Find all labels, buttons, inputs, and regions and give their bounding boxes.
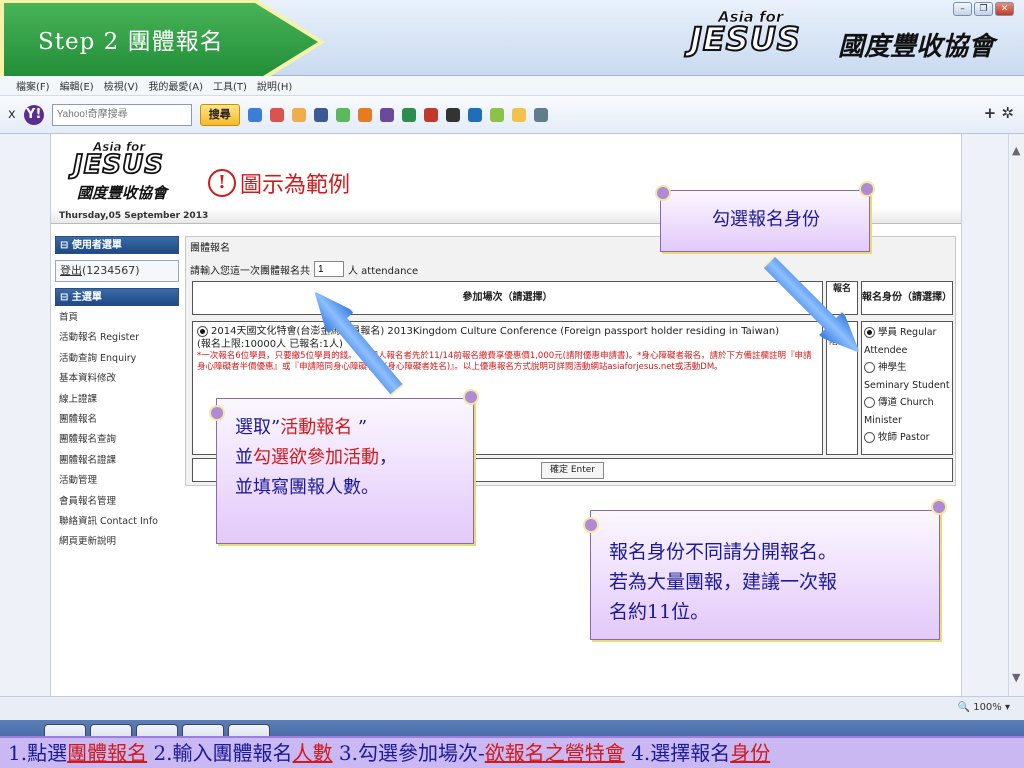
callout-note: 報名身份不同請分開報名。 若為大量團報，建議一次報 名約11位。 bbox=[583, 499, 947, 640]
scroll-up-icon[interactable]: ▲ bbox=[1012, 144, 1020, 157]
brand-logo: Asia for JESUS 國度豐收協會 bbox=[689, 8, 1020, 62]
nav-item-register[interactable]: 活動報名 Register bbox=[55, 328, 179, 348]
callout-note-text: 報名身份不同請分開報名。 若為大量團報，建議一次報 名約11位。 bbox=[609, 541, 838, 623]
event-column-header: 參加場次（請選擇） bbox=[192, 281, 823, 315]
nav-item-member-manage[interactable]: 會員報名管理 bbox=[55, 492, 179, 512]
bag-icon[interactable] bbox=[379, 107, 394, 122]
tools-icon[interactable] bbox=[533, 107, 548, 122]
nav-item-home[interactable]: 首頁 bbox=[55, 308, 179, 328]
example-note: ! 圖示為範例 bbox=[208, 167, 350, 199]
page-scrollbar[interactable]: ▲ ▼ bbox=[1008, 134, 1024, 696]
identity-seminary[interactable]: 神學生 Seminary Student bbox=[864, 359, 950, 394]
menu-favorites[interactable]: 我的最愛(A) bbox=[148, 78, 203, 93]
exclamation-icon: ! bbox=[208, 169, 236, 197]
main-menu-header: ⊟ 主選單 bbox=[55, 288, 179, 306]
site-logo-cn: 國度豐收協會 bbox=[77, 184, 168, 202]
example-note-text: 圖示為範例 bbox=[240, 173, 351, 198]
video-icon[interactable] bbox=[423, 107, 438, 122]
shopping-icon[interactable] bbox=[357, 107, 372, 122]
callout-select-event: 選取”活動報名 ” 並勾選欲參加活動， 並填寫團報人數。 bbox=[209, 389, 479, 544]
scroll-curl-icon bbox=[931, 499, 947, 515]
menu-help[interactable]: 說明(H) bbox=[257, 78, 292, 93]
callout-identity-text: 勾選報名身份 bbox=[712, 209, 820, 230]
bookmark-icon[interactable] bbox=[489, 107, 504, 122]
form-title: 團體報名 bbox=[190, 243, 230, 254]
identity-minister[interactable]: 傳道 Church Minister bbox=[864, 394, 950, 429]
nav-item-online-class[interactable]: 線上證課 bbox=[55, 390, 179, 410]
brand-logo-main: JESUS bbox=[689, 19, 801, 59]
event-radio[interactable] bbox=[197, 325, 208, 337]
identity-column-header: 報名身份（請選擇） bbox=[861, 281, 953, 315]
nav-item-updates[interactable]: 網頁更新說明 bbox=[55, 532, 179, 552]
scroll-curl-icon bbox=[583, 517, 599, 533]
logout-link[interactable]: 登出(1234567) bbox=[55, 260, 179, 282]
callout-identity: 勾選報名身份 bbox=[655, 181, 875, 252]
nav-item-event-manage[interactable]: 活動管理 bbox=[55, 471, 179, 491]
count-label: 請輸入您這一次團體報名共 bbox=[190, 265, 310, 277]
brand-logo-cn: 國度豐收協會 bbox=[838, 32, 995, 62]
scroll-curl-icon bbox=[859, 181, 875, 197]
attendee-count-row: 請輸入您這一次團體報名共 人 attendance bbox=[190, 261, 418, 277]
identity-options: 學員 Regular Attendee 神學生 Seminary Student… bbox=[861, 321, 953, 455]
answers-icon[interactable] bbox=[291, 107, 306, 122]
movie-icon[interactable] bbox=[445, 107, 460, 122]
scroll-curl-icon bbox=[209, 405, 225, 421]
step-title: Step 2 團體報名 bbox=[4, 3, 318, 81]
count-unit: 人 attendance bbox=[348, 265, 419, 277]
identity-radio-regular[interactable] bbox=[864, 327, 875, 338]
event-capacity: (報名上限:10000人 已報名:1人) bbox=[197, 339, 343, 350]
zoom-level[interactable]: 🔍 100% ▾ bbox=[958, 702, 1010, 713]
search-input[interactable] bbox=[51, 103, 192, 126]
identity-pastor[interactable]: 牧師 Pastor bbox=[864, 429, 950, 447]
yahoo-toolbar: x Y! 搜尋 + ✲ bbox=[0, 96, 1024, 134]
identity-radio-minister[interactable] bbox=[864, 397, 875, 408]
site-logo: Asia for JESUS 國度豐收協會 bbox=[72, 140, 173, 202]
games-icon[interactable] bbox=[335, 107, 350, 122]
left-nav: ⊟ 使用者選單 登出(1234567) ⊟ 主選單 首頁 活動報名 Regist… bbox=[55, 236, 179, 553]
status-bar: 🔍 100% ▾ bbox=[0, 696, 1024, 720]
weather-icon[interactable] bbox=[511, 107, 526, 122]
menu-file[interactable]: 檔案(F) bbox=[16, 78, 50, 93]
menu-tools[interactable]: 工具(T) bbox=[213, 78, 247, 93]
menu-edit[interactable]: 編輯(E) bbox=[60, 78, 94, 93]
facebook-icon[interactable] bbox=[313, 107, 328, 122]
callout-select-text: 選取”活動報名 ” 並勾選欲參加活動， 並填寫團報人數。 bbox=[235, 417, 397, 498]
user-menu-header: ⊟ 使用者選單 bbox=[55, 236, 179, 254]
nav-item-group-enquiry[interactable]: 團體報名查詢 bbox=[55, 430, 179, 450]
menu-view[interactable]: 檢視(V) bbox=[104, 78, 139, 93]
identity-regular[interactable]: 學員 Regular Attendee bbox=[864, 324, 950, 359]
site-logo-main: JESUS bbox=[72, 149, 164, 181]
attendee-count-input[interactable] bbox=[314, 261, 344, 277]
scroll-curl-icon bbox=[655, 185, 671, 201]
instruction-footer: 1.點選團體報名 2.輸入團體報名人數 3.勾選參加場次-欲報名之營特會 4.選… bbox=[0, 736, 1024, 768]
nav-item-profile[interactable]: 基本資料修改 bbox=[55, 369, 179, 389]
phone-icon[interactable] bbox=[467, 107, 482, 122]
nav-item-group-register[interactable]: 團體報名 bbox=[55, 410, 179, 430]
menu-bar: 檔案(F) 編輯(E) 檢視(V) 我的最愛(A) 工具(T) 說明(H) bbox=[0, 76, 1024, 96]
news-icon[interactable] bbox=[269, 107, 284, 122]
toolbar-settings[interactable]: + ✲ bbox=[984, 104, 1014, 122]
identity-radio-pastor[interactable] bbox=[864, 432, 875, 443]
nav-item-group-class[interactable]: 團體報名證課 bbox=[55, 451, 179, 471]
nav-item-enquiry[interactable]: 活動查詢 Enquiry bbox=[55, 349, 179, 369]
mail-icon[interactable] bbox=[247, 107, 262, 122]
scroll-curl-icon bbox=[463, 389, 479, 405]
confirm-button[interactable]: 確定 Enter bbox=[540, 462, 605, 479]
nav-item-contact[interactable]: 聯絡資訊 Contact Info bbox=[55, 512, 179, 532]
finance-icon[interactable] bbox=[401, 107, 416, 122]
scroll-down-icon[interactable]: ▼ bbox=[1012, 671, 1020, 684]
identity-radio-seminary[interactable] bbox=[864, 362, 875, 373]
event-option-title[interactable]: 2014天國文化特會(台澎金馬學員報名) 2013Kingdom Culture… bbox=[197, 325, 818, 338]
stage-column-header: 報名 bbox=[826, 281, 858, 315]
search-button[interactable]: 搜尋 bbox=[199, 103, 240, 126]
toolbar-close-icon[interactable]: x bbox=[8, 107, 16, 122]
yahoo-icon[interactable]: Y! bbox=[23, 104, 44, 125]
step-banner: Step 2 團體報名 bbox=[0, 0, 325, 84]
event-note: *一次報名6位學員，只要繳5位學員的錢。*限個人報名者先於11/14前報名繳費享… bbox=[197, 351, 812, 372]
